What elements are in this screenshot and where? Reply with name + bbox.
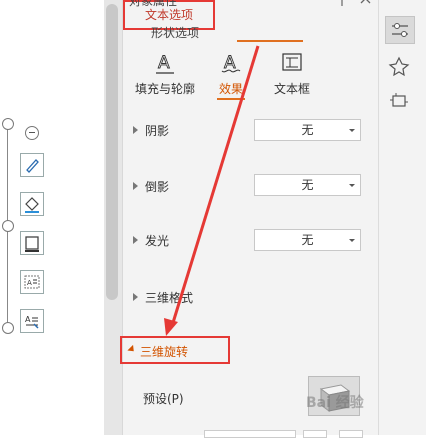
3d-rotation-section-header[interactable]: 三维旋转 xyxy=(120,336,230,364)
3d-rotation-label: 三维旋转 xyxy=(140,345,189,359)
shape-fill-button[interactable] xyxy=(20,192,44,216)
text-layout-icon: A xyxy=(24,275,40,289)
glow-value: 无 xyxy=(301,233,314,247)
shape-outline-button[interactable] xyxy=(20,231,44,255)
glow-label: 发光 xyxy=(145,234,170,248)
expand-glow-icon[interactable] xyxy=(133,236,138,244)
expand-reflection-icon[interactable] xyxy=(133,182,138,190)
subtab-textbox[interactable]: 文本框 xyxy=(257,50,327,96)
text-effects-subtab-icon: A xyxy=(221,53,241,73)
reflection-value: 无 xyxy=(301,178,314,192)
subtab-effects[interactable]: A 效果 xyxy=(196,50,266,96)
chevron-down-icon xyxy=(349,184,355,187)
fill-bucket-icon xyxy=(25,197,39,213)
pin-star-icon xyxy=(388,56,410,77)
subtab-fill-outline-label: 填充与轮廓 xyxy=(134,82,195,96)
resize-handle-middle[interactable] xyxy=(2,220,14,232)
properties-icon xyxy=(392,23,408,37)
expand-shadow-icon[interactable] xyxy=(133,126,138,134)
glow-select[interactable]: 无 xyxy=(254,229,361,251)
text-effects-icon: A xyxy=(25,315,39,329)
subtab-effects-label: 效果 xyxy=(218,82,243,96)
chevron-down-icon xyxy=(349,129,355,132)
subtab-fill-outline[interactable]: A 填充与轮廓 xyxy=(130,50,200,96)
preset-label: 预设(P) xyxy=(143,392,184,406)
brush-icon xyxy=(26,159,39,173)
object-properties-panel: 对象属性 形状选项 文本选项 A 填充与轮廓 A 效果 文本框 阴影 无 倒影 … xyxy=(120,0,379,438)
textbox-icon xyxy=(282,53,302,71)
rotation-spin-left[interactable] xyxy=(303,430,327,438)
watermark: Bai 经验 xyxy=(306,395,364,411)
resize-handle-top[interactable] xyxy=(2,118,14,130)
svg-text:A: A xyxy=(27,279,32,287)
subtab-textbox-label: 文本框 xyxy=(273,82,310,96)
rotation-x-field[interactable] xyxy=(204,430,296,438)
outline-icon xyxy=(25,236,39,252)
svg-text:A: A xyxy=(25,315,31,324)
collapse-3d-rotation-icon xyxy=(127,344,137,355)
crop-icon xyxy=(390,93,408,107)
collapse-toolbar-icon[interactable] xyxy=(25,126,39,140)
tab-shape-options[interactable]: 形状选项 xyxy=(151,24,199,41)
shape-style-button[interactable] xyxy=(20,153,44,177)
side-task-pane xyxy=(378,0,426,435)
active-subtab-indicator xyxy=(217,98,245,100)
properties-button[interactable] xyxy=(385,16,415,44)
text-fill-icon: A xyxy=(156,53,174,74)
svg-text:A: A xyxy=(158,53,170,73)
active-tab-indicator xyxy=(237,40,303,42)
close-icon[interactable] xyxy=(360,0,371,8)
expand-3d-format-icon[interactable] xyxy=(133,293,138,301)
reflection-select[interactable]: 无 xyxy=(254,174,361,196)
canvas-scrollbar-thumb[interactable] xyxy=(106,4,118,300)
text-effects-button[interactable]: A xyxy=(20,309,44,333)
shadow-value: 无 xyxy=(301,123,314,137)
text-wrap-button[interactable]: A xyxy=(20,270,44,294)
3d-format-label[interactable]: 三维格式 xyxy=(145,289,193,306)
pin-icon[interactable] xyxy=(336,0,348,10)
panel-title: 对象属性 xyxy=(129,0,178,8)
reflection-label: 倒影 xyxy=(145,180,170,194)
pin-pane-button[interactable] xyxy=(385,54,415,82)
shadow-select[interactable]: 无 xyxy=(254,119,361,141)
resize-handle-bottom[interactable] xyxy=(2,322,14,334)
shadow-label: 阴影 xyxy=(145,124,170,138)
rotation-spin-right[interactable] xyxy=(339,430,363,438)
crop-button[interactable] xyxy=(385,88,415,116)
chevron-down-icon xyxy=(349,239,355,242)
